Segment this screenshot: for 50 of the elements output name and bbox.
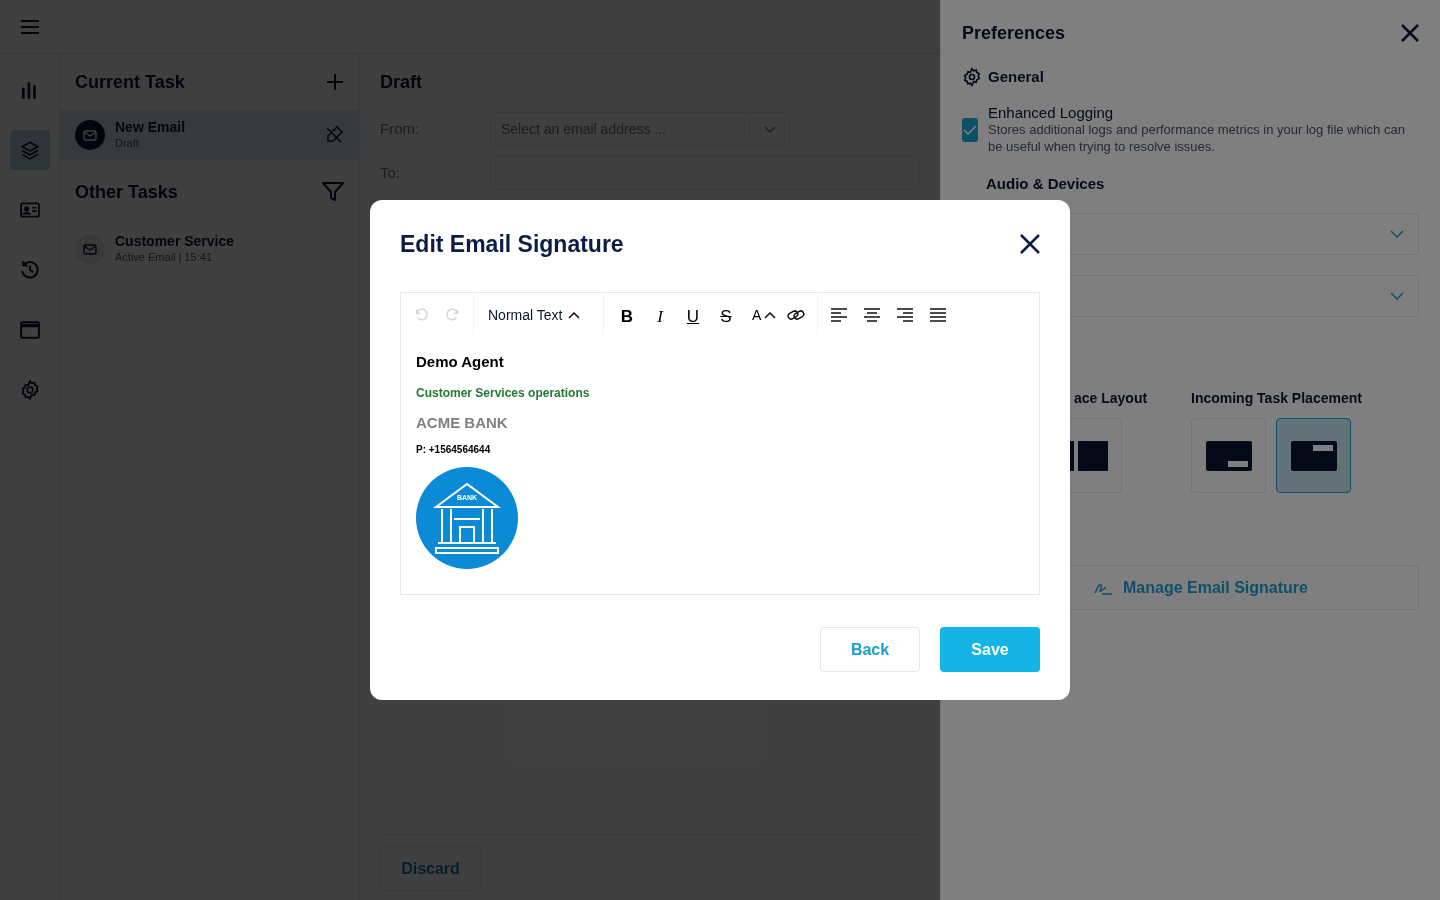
chevron-down-icon <box>1390 230 1404 238</box>
modal-title: Edit Email Signature <box>400 229 624 259</box>
justify-icon[interactable] <box>929 308 948 322</box>
draft-title: Draft <box>380 70 422 94</box>
mail-icon <box>75 234 105 264</box>
setting-label: Enhanced Logging <box>988 104 1115 121</box>
window-layout-icon <box>1290 440 1337 471</box>
section-heading: ace Layout <box>1074 389 1148 408</box>
caret-icon <box>568 311 581 319</box>
section-heading: Incoming Task Placement <box>1191 389 1362 408</box>
text-style-dropdown[interactable]: Normal Text <box>474 295 604 335</box>
plus-icon[interactable] <box>326 73 344 91</box>
chevron-down-icon <box>1390 292 1404 300</box>
signature-name: Demo Agent <box>416 352 504 372</box>
signature-role: Customer Services operations <box>416 384 590 402</box>
history-icon <box>19 260 40 280</box>
align-center-icon[interactable] <box>863 308 882 322</box>
signature-phone: P: +1564564644 <box>416 443 491 457</box>
strikethrough-button[interactable]: S <box>715 304 737 326</box>
section-heading: Audio & Devices <box>985 175 1106 193</box>
layers-icon <box>19 140 40 160</box>
signature-company: ACME BANK <box>416 412 508 433</box>
bold-button[interactable]: B <box>616 304 638 326</box>
rail-item[interactable] <box>9 130 50 170</box>
window-layout-icon <box>1205 440 1252 471</box>
window-icon <box>19 320 40 340</box>
align-right-icon[interactable] <box>896 308 915 322</box>
preferences-title: Preferences <box>962 21 1066 45</box>
checkbox[interactable] <box>962 117 978 142</box>
placement-option[interactable] <box>1276 418 1351 493</box>
setting-description: Stores additional logs and performance metrics in your log file which can be useful when trying to resolve issues. <box>988 121 1406 155</box>
task-title: Customer Service <box>115 233 236 249</box>
section-title: Other Tasks <box>75 180 178 204</box>
contact-card-icon <box>19 200 40 220</box>
section-title: Current Task <box>75 70 185 94</box>
settings-icon <box>19 380 40 400</box>
caret-icon <box>764 311 777 319</box>
edit-icon[interactable] <box>324 125 344 145</box>
mail-icon <box>75 120 105 150</box>
filter-icon[interactable] <box>322 182 344 202</box>
align-left-icon[interactable] <box>830 308 849 322</box>
settings-icon <box>962 67 982 87</box>
menu-icon[interactable] <box>20 18 40 35</box>
underline-button[interactable]: U <box>682 304 704 326</box>
font-size-button[interactable]: A <box>752 304 777 326</box>
chevron-down-icon <box>763 125 776 133</box>
close-icon[interactable] <box>1020 234 1040 254</box>
section-heading: General <box>988 66 1044 87</box>
italic-button[interactable]: I <box>649 304 671 326</box>
link-icon[interactable] <box>787 307 806 323</box>
